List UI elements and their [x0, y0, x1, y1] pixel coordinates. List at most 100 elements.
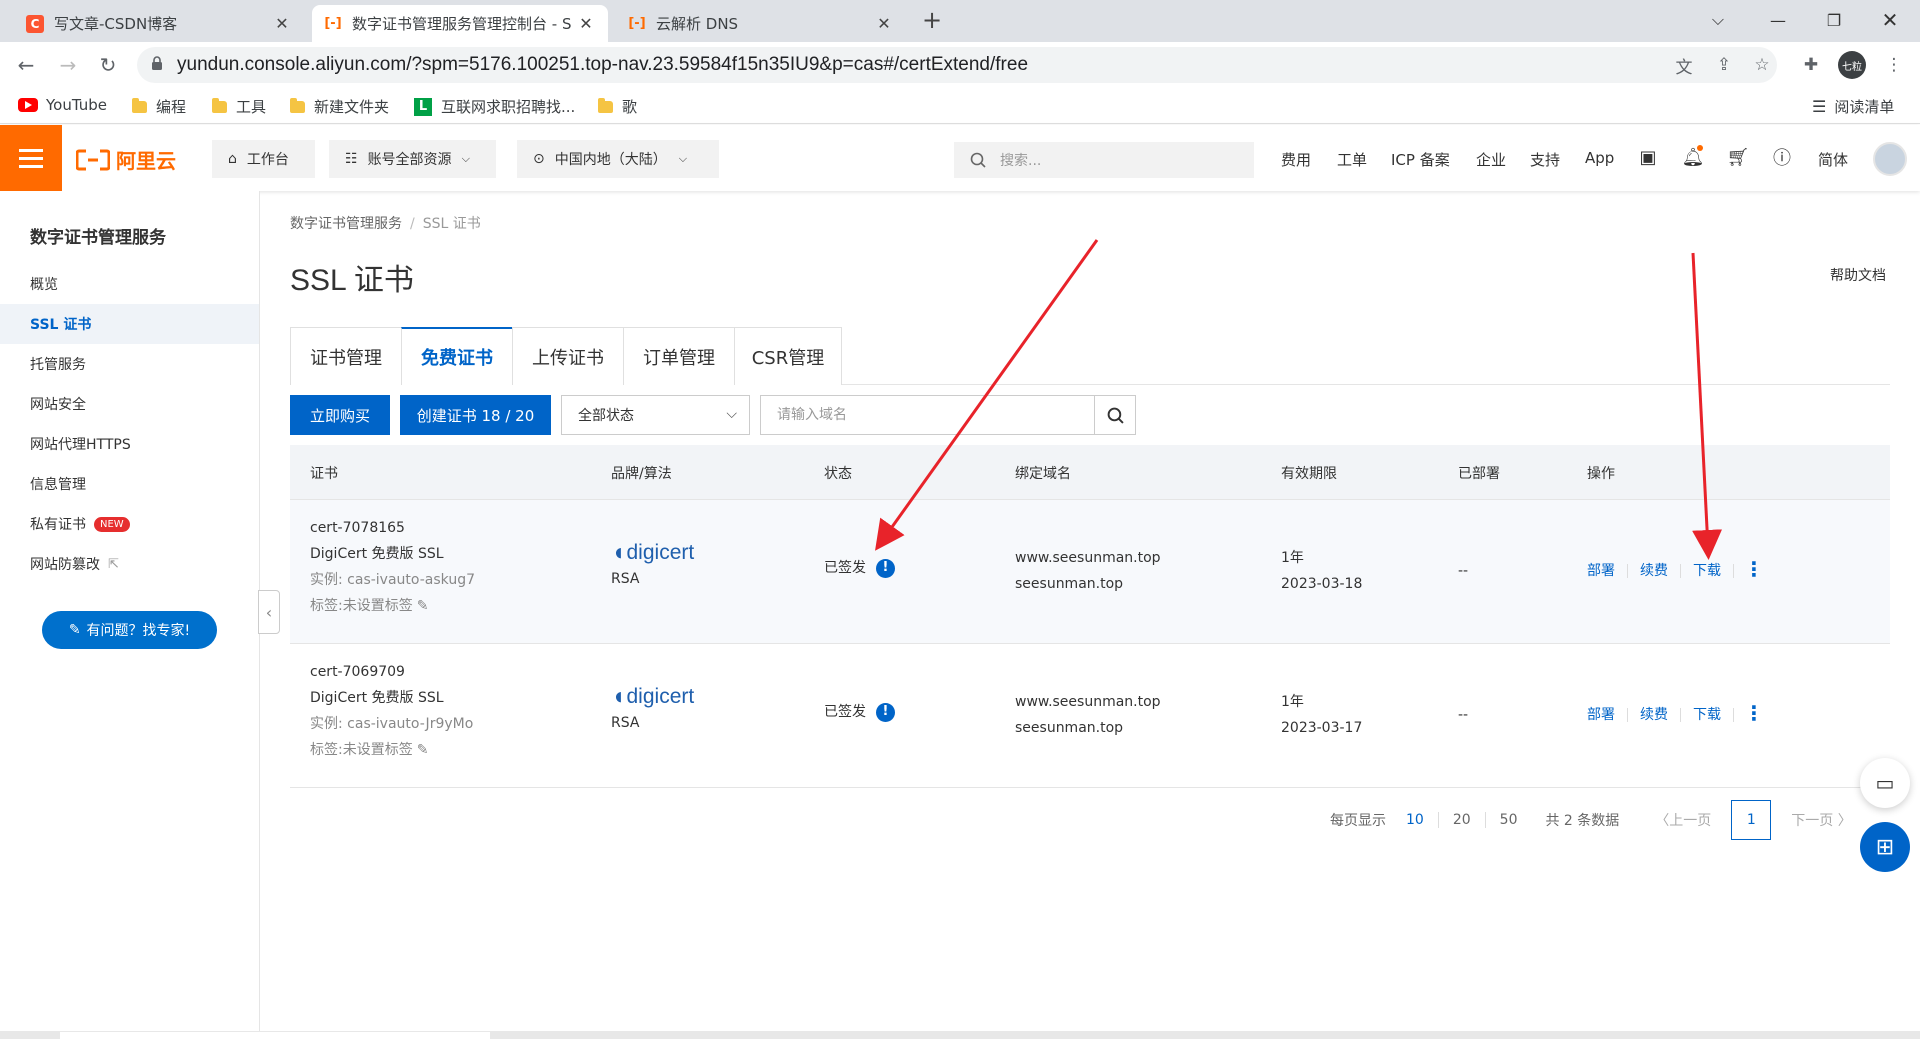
page-size-option[interactable]: 10 — [1392, 812, 1438, 828]
cert-tag[interactable]: 标签:未设置标签 ✎ — [310, 593, 475, 619]
translate-icon[interactable]: 文 — [1668, 49, 1700, 81]
tab-free-cert[interactable]: 免费证书 — [401, 327, 513, 385]
sidebar-item-ssl[interactable]: SSL 证书 — [0, 304, 259, 344]
buy-now-button[interactable]: 立即购买 — [290, 395, 390, 435]
topnav-tickets[interactable]: 工单 — [1337, 149, 1367, 170]
status-select[interactable]: 全部状态 ⌵ — [561, 395, 750, 435]
folder-icon — [212, 97, 227, 113]
topnav-enterprise[interactable]: 企业 — [1476, 149, 1506, 170]
bookmark-folder-tools[interactable]: 工具 — [212, 96, 266, 117]
profile-avatar[interactable]: 七粒 — [1838, 51, 1866, 79]
quick-apps-icon[interactable]: ⊞ — [1860, 822, 1910, 872]
download-link[interactable]: 下载 — [1693, 563, 1721, 579]
address-bar[interactable]: yundun.console.aliyun.com/?spm=5176.1002… — [137, 47, 1777, 83]
close-tab-icon[interactable]: ✕ — [874, 14, 894, 33]
tab-orders[interactable]: 订单管理 — [623, 327, 735, 385]
sidebar-item-proxy-https[interactable]: 网站代理HTTPS — [0, 424, 259, 464]
reload-icon[interactable]: ↻ — [92, 49, 124, 81]
more-menu-icon[interactable]: ⋮ — [1878, 49, 1910, 81]
bookmark-star-icon[interactable]: ☆ — [1746, 49, 1778, 81]
sidebar: 数字证书管理服务 概览 SSL 证书 托管服务 网站安全 网站代理HTTPS 信… — [0, 191, 260, 1039]
search-button[interactable] — [1094, 395, 1136, 435]
bookmark-youtube[interactable]: YouTube — [18, 96, 107, 114]
close-tab-icon[interactable]: ✕ — [576, 14, 596, 33]
info-icon[interactable]: ! — [876, 702, 895, 722]
close-tab-icon[interactable]: ✕ — [272, 14, 292, 33]
edit-pencil-icon[interactable]: ✎ — [417, 742, 429, 758]
page-size-option[interactable]: 50 — [1484, 812, 1532, 828]
create-cert-button[interactable]: 创建证书 18 / 20 — [400, 395, 551, 435]
browser-tab-cert-console[interactable]: [-] 数字证书管理服务管理控制台 - S ✕ — [312, 5, 608, 42]
extensions-icon[interactable]: ✚ — [1795, 49, 1827, 81]
scrollbar-thumb[interactable] — [60, 1032, 490, 1039]
console-search-input[interactable]: 搜索... — [954, 142, 1254, 178]
ask-expert-button[interactable]: ✎ 有问题？找专家! — [42, 611, 217, 649]
topnav-support[interactable]: 支持 — [1530, 149, 1560, 170]
bookmark-liepin[interactable]: L 互联网求职招聘找... — [414, 96, 575, 117]
deploy-link[interactable]: 部署 — [1587, 563, 1615, 579]
help-icon[interactable]: ⓘ — [1768, 143, 1796, 171]
new-tab-icon[interactable]: + — [922, 6, 942, 34]
share-icon[interactable]: ⇪ — [1708, 49, 1740, 81]
back-icon[interactable]: ← — [10, 49, 42, 81]
forward-icon[interactable]: → — [52, 49, 84, 81]
info-icon[interactable]: ! — [876, 558, 895, 578]
cart-icon[interactable]: 🛒︎ — [1724, 143, 1752, 171]
sidebar-item-label: 私有证书 — [30, 517, 86, 533]
download-link[interactable]: 下载 — [1693, 707, 1721, 723]
edit-pencil-icon[interactable]: ✎ — [417, 598, 429, 614]
workbench-button[interactable]: ⌂ 工作台 — [212, 140, 315, 178]
next-page-button[interactable]: 下一页 〉 — [1791, 810, 1851, 830]
tab-cert-management[interactable]: 证书管理 — [290, 327, 402, 385]
console-topbar: 阿里云 ⌂ 工作台 ☷ 账号全部资源 ⌵ ⊙ 中国内地（大陆） ⌵ 搜索... 费用 工单… — [0, 125, 1920, 191]
sidebar-item-private-cert[interactable]: 私有证书 NEW — [0, 504, 259, 544]
user-avatar[interactable] — [1873, 142, 1907, 176]
sidebar-item-info[interactable]: 信息管理 — [0, 464, 259, 504]
minimize-icon[interactable]: — — [1750, 0, 1806, 40]
resources-dropdown[interactable]: ☷ 账号全部资源 ⌵ — [329, 140, 496, 178]
sidebar-item-site-security[interactable]: 网站安全 — [0, 384, 259, 424]
current-page[interactable]: 1 — [1731, 800, 1772, 840]
domain-search-input[interactable] — [760, 395, 1095, 435]
renew-link[interactable]: 续费 — [1640, 707, 1668, 723]
topnav-app[interactable]: App — [1585, 149, 1614, 167]
breadcrumb-root[interactable]: 数字证书管理服务 — [290, 216, 402, 232]
hamburger-menu-icon[interactable] — [0, 125, 62, 191]
tab-search-chevron-icon[interactable]: ⌵ — [1690, 0, 1746, 40]
help-doc-link[interactable]: 帮助文档 — [1830, 265, 1886, 285]
sidebar-item-tamper[interactable]: 网站防篡改 ⇱ — [0, 544, 259, 584]
tab-csr[interactable]: CSR管理 — [734, 327, 842, 385]
prev-page-button[interactable]: 〈上一页 — [1655, 810, 1711, 830]
aliyun-logo[interactable]: 阿里云 — [76, 145, 176, 174]
region-dropdown[interactable]: ⊙ 中国内地（大陆） ⌵ — [517, 140, 719, 178]
table-header: 证书 品牌/算法 状态 绑定域名 有效期限 已部署 操作 — [290, 445, 1890, 500]
tab-upload-cert[interactable]: 上传证书 — [512, 327, 624, 385]
bookmark-folder-new[interactable]: 新建文件夹 — [290, 96, 389, 117]
sidebar-item-overview[interactable]: 概览 — [0, 264, 259, 304]
notification-bell-icon[interactable]: 🔔︎ — [1679, 143, 1707, 171]
browser-tab-csdn[interactable]: C 写文章-CSDN博客 ✕ — [14, 5, 304, 42]
language-switch[interactable]: 简体 — [1818, 149, 1848, 170]
browser-tab-dns[interactable]: [-] 云解析 DNS ✕ — [616, 5, 906, 42]
reading-list[interactable]: ☰ 阅读清单 — [1812, 96, 1894, 117]
feedback-chat-icon[interactable]: ▭ — [1860, 758, 1910, 808]
sidebar-item-hosting[interactable]: 托管服务 — [0, 344, 259, 384]
more-actions-icon[interactable]: ⋮ — [1744, 701, 1764, 725]
bookmark-folder-songs[interactable]: 歌 — [598, 96, 637, 117]
lock-icon[interactable] — [151, 56, 163, 70]
more-actions-icon[interactable]: ⋮ — [1744, 557, 1764, 581]
topnav-fees[interactable]: 费用 — [1281, 149, 1311, 170]
topnav-icp[interactable]: ICP 备案 — [1391, 149, 1450, 170]
bookmark-folder-programming[interactable]: 编程 — [132, 96, 186, 117]
page-size-option[interactable]: 20 — [1437, 812, 1485, 828]
maximize-icon[interactable]: ❐ — [1806, 0, 1862, 40]
chevron-down-icon: ⌵ — [678, 152, 688, 165]
renew-link[interactable]: 续费 — [1640, 563, 1668, 579]
cert-tag[interactable]: 标签:未设置标签 ✎ — [310, 737, 473, 763]
deploy-link[interactable]: 部署 — [1587, 707, 1615, 723]
status-cell: 已签发! — [824, 555, 895, 581]
sidebar-collapse-chevron-icon[interactable]: ‹ — [258, 590, 280, 634]
cloud-shell-icon[interactable]: ▣ — [1634, 143, 1662, 171]
close-window-icon[interactable]: ✕ — [1862, 0, 1918, 40]
breadcrumb-separator: / — [410, 216, 415, 232]
